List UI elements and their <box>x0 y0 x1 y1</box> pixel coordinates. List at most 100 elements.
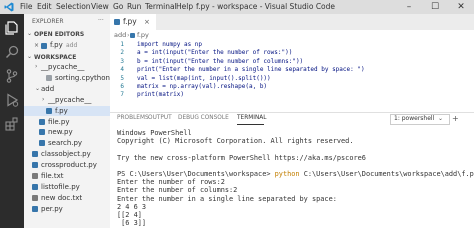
panel-tab-debug-console[interactable]: DEBUG CONSOLE <box>178 114 229 123</box>
open-editor-item-file[interactable]: f.py <box>50 40 63 50</box>
code-line[interactable]: b = int(input("Enter the number of colum… <box>137 58 303 66</box>
python-file-icon <box>46 107 52 114</box>
terminal-line: Copyright (C) Microsoft Corporation. All… <box>117 137 354 146</box>
tree-row[interactable]: file.py <box>24 117 110 127</box>
menu-edit[interactable]: Edit <box>37 1 52 13</box>
tree-row[interactable]: new doc.txt <box>24 193 110 203</box>
search-icon[interactable] <box>4 44 20 60</box>
menu-go[interactable]: Go <box>113 1 123 13</box>
close-window-button[interactable]: ✕ <box>448 0 474 14</box>
file-icon <box>32 173 38 179</box>
line-number: 3 <box>120 57 124 65</box>
window-title: f.py - workspace - Visual Studio Code <box>196 2 336 11</box>
minimize-button[interactable]: – <box>396 0 422 14</box>
line-number: 7 <box>120 91 124 99</box>
tree-row[interactable]: per.py <box>24 204 110 214</box>
terminal-line: Enter the number in a single line separa… <box>117 194 337 203</box>
extensions-icon[interactable] <box>4 116 20 132</box>
menu-help[interactable]: Help <box>176 1 193 13</box>
tab-label[interactable]: f.py <box>123 15 137 29</box>
terminal-args: C:\Users\User\Documents\workspace\add\f.… <box>299 170 474 178</box>
python-file-icon <box>130 33 135 38</box>
tree-row[interactable]: new.py <box>24 127 110 137</box>
line-number: 6 <box>120 83 124 90</box>
workspace-header[interactable]: WORKSPACE <box>34 53 76 62</box>
panel-tab-problems[interactable]: PROBLEMS <box>117 114 149 123</box>
tree-item-label[interactable]: add <box>41 84 54 94</box>
code-line[interactable]: val = list(map(int, input().split())) <box>137 75 271 83</box>
python-file-icon <box>39 118 45 125</box>
menu-file[interactable]: File <box>20 1 33 13</box>
source-control-icon[interactable] <box>4 68 20 84</box>
line-number: 5 <box>120 74 124 82</box>
python-file-icon <box>32 151 38 158</box>
explorer-title: EXPLORER <box>32 18 64 25</box>
close-icon[interactable]: × <box>34 41 39 50</box>
chevron-right-icon[interactable]: › <box>35 62 37 72</box>
code-line[interactable]: import numpy as np <box>137 41 202 49</box>
python-file-icon <box>32 162 38 169</box>
tree-row[interactable]: sorting.cpython-38... <box>24 73 128 83</box>
tree-item-label[interactable]: file.txt <box>41 171 64 181</box>
terminal-line: [6 3]] <box>117 219 147 228</box>
tree-item-label[interactable]: per.py <box>41 204 63 214</box>
code-line[interactable]: a = int(input("Enter the number of rows:… <box>137 49 292 57</box>
explorer-icon[interactable] <box>4 20 20 36</box>
terminal-select-value[interactable]: 1: powershell <box>394 114 434 124</box>
tree-item-label[interactable]: __pycache__ <box>48 95 91 105</box>
chevron-down-icon[interactable]: ⌄ <box>27 52 32 62</box>
menu-selection[interactable]: Selection <box>56 1 91 13</box>
panel-tab-terminal[interactable]: TERMINAL <box>237 114 266 123</box>
breadcrumb-file[interactable]: f.py <box>137 31 149 40</box>
tree-row[interactable]: listtofile.py <box>24 182 110 192</box>
python-file-icon <box>32 183 38 190</box>
tree-item-label[interactable]: crossproduct.py <box>41 160 97 170</box>
line-number: 1 <box>120 41 124 48</box>
chevron-down-icon[interactable]: ⌄ <box>438 114 443 124</box>
menu-terminal[interactable]: Terminal <box>145 1 177 13</box>
tree-item-label[interactable]: classobject.py <box>41 149 91 159</box>
breadcrumb-folder[interactable]: add <box>114 31 126 40</box>
tree-item-label[interactable]: new doc.txt <box>41 193 82 203</box>
tree-row[interactable]: file.txt <box>24 171 110 181</box>
tree-row[interactable]: ⌄ add <box>24 84 110 94</box>
tree-row[interactable]: classobject.py <box>24 149 110 159</box>
more-actions-icon[interactable]: ··· <box>98 16 104 25</box>
chevron-down-icon[interactable]: ⌄ <box>35 84 40 94</box>
maximize-button[interactable]: ☐ <box>422 0 448 14</box>
code-line[interactable]: matrix = np.array(val).reshape(a, b) <box>137 83 267 91</box>
tree-item-label[interactable]: file.py <box>48 117 69 127</box>
code-line[interactable]: print("Enter the number in a single line… <box>137 66 365 74</box>
python-file-icon <box>39 129 45 136</box>
new-terminal-icon[interactable]: + <box>452 114 459 124</box>
panel-tab-output[interactable]: OUTPUT <box>148 114 172 123</box>
line-number: 4 <box>120 66 124 74</box>
python-file-icon <box>39 140 45 147</box>
tree-row[interactable]: search.py <box>24 138 110 148</box>
active-tab-indicator <box>237 124 264 125</box>
tree-item-label[interactable]: listtofile.py <box>41 182 80 192</box>
panel-divider <box>110 112 474 113</box>
menu-run[interactable]: Run <box>127 1 141 13</box>
chevron-right-icon[interactable]: › <box>42 95 44 105</box>
tab-bar <box>110 14 474 30</box>
tab-close-icon[interactable]: × <box>144 15 150 29</box>
open-editor-item-folder: add <box>66 42 78 49</box>
menu-view[interactable]: View <box>91 1 109 13</box>
tree-row[interactable]: f.py <box>24 105 110 116</box>
terminal-line: Try the new cross-platform PowerShell ht… <box>117 153 366 162</box>
tree-item-label[interactable]: new.py <box>48 127 73 137</box>
tree-item-label[interactable]: f.py <box>55 106 68 116</box>
python-file-icon <box>32 205 38 212</box>
tree-row[interactable]: crossproduct.py <box>24 160 110 170</box>
vscode-logo-icon <box>4 2 14 12</box>
tree-item-label[interactable]: search.py <box>48 138 82 148</box>
run-debug-icon[interactable] <box>4 92 20 108</box>
open-editors-header[interactable]: OPEN EDITORS <box>34 30 84 39</box>
code-line[interactable]: print(matrix) <box>137 91 184 99</box>
tree-row[interactable]: › __pycache__ <box>24 95 110 105</box>
python-file-icon <box>114 19 120 25</box>
tree-item-label[interactable]: __pycache__ <box>41 62 84 72</box>
tree-row[interactable]: › __pycache__ <box>24 62 110 72</box>
chevron-down-icon[interactable]: ⌄ <box>27 29 32 39</box>
